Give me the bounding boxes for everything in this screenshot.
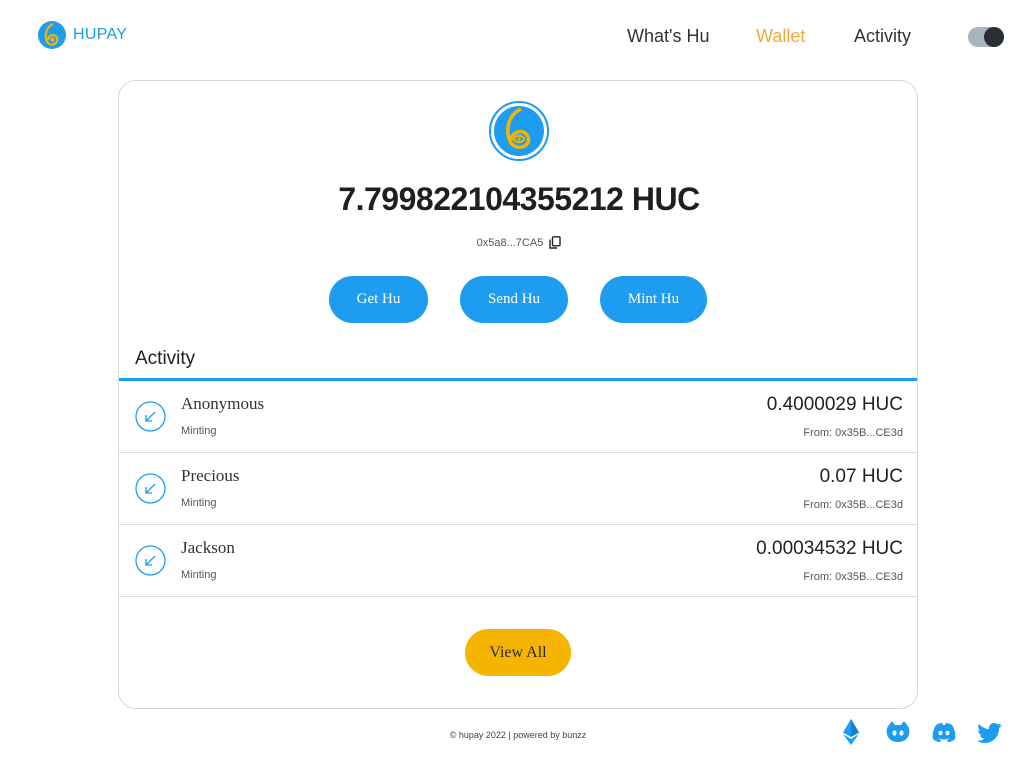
- incoming-arrow-icon: [135, 401, 166, 432]
- wallet-address-row: 0x5a8...7CA5: [119, 236, 917, 249]
- ethereum-icon[interactable]: [837, 718, 865, 746]
- footer-text: © hupay 2022 | powered by bunzz: [449, 730, 587, 740]
- activity-amount: 0.07 HUC: [819, 466, 903, 487]
- activity-amount: 0.4000029 HUC: [766, 394, 903, 415]
- activity-from: From: 0x35B...CE3d: [803, 571, 903, 583]
- activity-row[interactable]: Anonymous Minting 0.4000029 HUC From: 0x…: [119, 381, 917, 453]
- activity-type: Minting: [181, 569, 217, 581]
- nav-wallet[interactable]: Wallet: [756, 26, 805, 47]
- activity-amount: 0.00034532 HUC: [756, 538, 903, 559]
- activity-name: Anonymous: [181, 394, 265, 413]
- nav-activity[interactable]: Activity: [854, 26, 911, 47]
- top-nav: What's Hu Wallet Activity: [0, 26, 1036, 50]
- theme-toggle[interactable]: [968, 27, 1004, 47]
- wallet-address: 0x5a8...7CA5: [476, 236, 544, 249]
- incoming-arrow-icon: [135, 473, 166, 504]
- activity-type: Minting: [181, 425, 217, 437]
- activity-row[interactable]: Jackson Minting 0.00034532 HUC From: 0x3…: [119, 525, 917, 597]
- send-hu-button[interactable]: Send Hu: [460, 276, 568, 323]
- wallet-card: 7.799822104355212 HUC 0x5a8...7CA5 Get H…: [118, 80, 918, 709]
- mint-hu-button[interactable]: Mint Hu: [600, 276, 707, 323]
- wallet-balance: 7.799822104355212 HUC: [338, 181, 700, 217]
- get-hu-button[interactable]: Get Hu: [329, 276, 428, 323]
- activity-heading: Activity: [135, 348, 196, 369]
- activity-name: Precious: [181, 466, 240, 485]
- activity-row[interactable]: Precious Minting 0.07 HUC From: 0x35B...…: [119, 453, 917, 525]
- discord-icon[interactable]: [930, 718, 958, 746]
- github-icon[interactable]: [884, 718, 912, 746]
- copy-icon[interactable]: [549, 236, 562, 249]
- twitter-icon[interactable]: [976, 718, 1004, 746]
- wallet-avatar-icon: [489, 101, 549, 161]
- toggle-knob: [984, 27, 1004, 47]
- nav-whats-hu[interactable]: What's Hu: [627, 26, 709, 47]
- activity-type: Minting: [181, 497, 217, 509]
- incoming-arrow-icon: [135, 545, 166, 576]
- view-all-button[interactable]: View All: [465, 629, 571, 676]
- activity-from: From: 0x35B...CE3d: [803, 499, 903, 511]
- activity-from: From: 0x35B...CE3d: [803, 427, 903, 439]
- activity-name: Jackson: [181, 538, 235, 557]
